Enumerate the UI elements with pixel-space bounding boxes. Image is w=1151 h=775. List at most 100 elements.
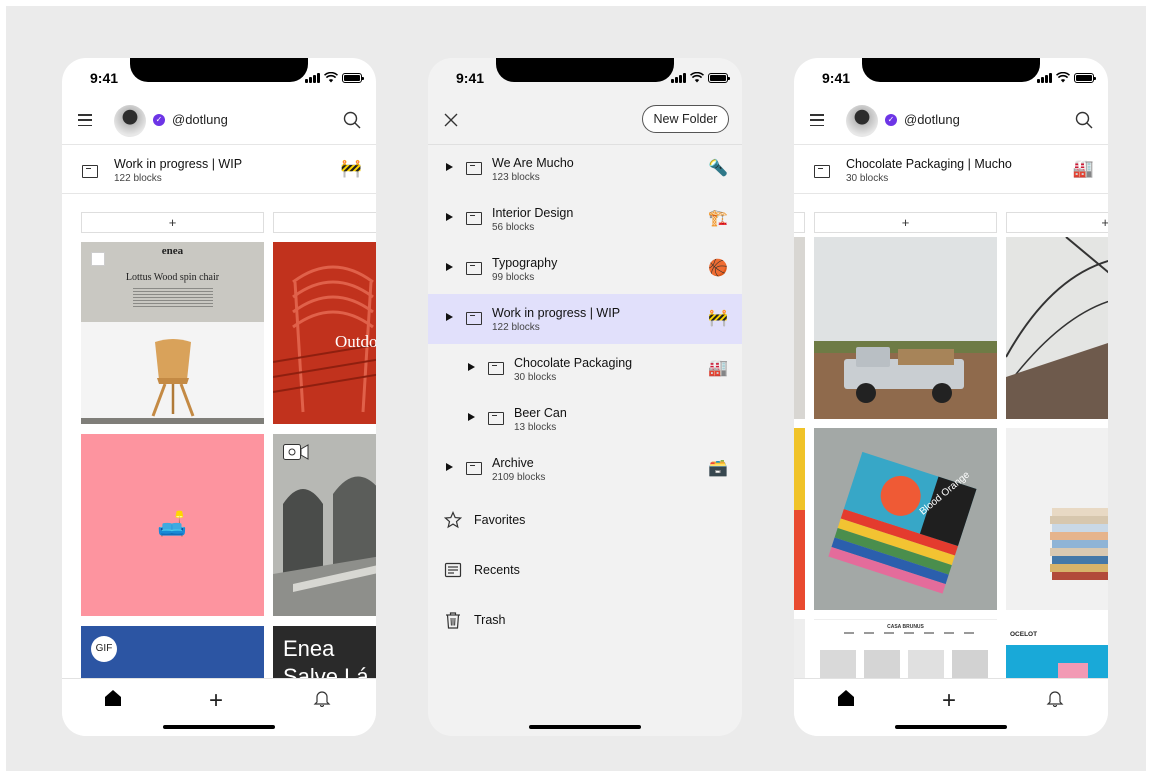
block-enea-website[interactable]: enea Lottus Wood spin chair [81, 242, 264, 424]
notch [130, 58, 308, 82]
folder-count: 99 blocks [492, 272, 535, 283]
folder-row-beer-can[interactable]: Beer Can 13 blocks [428, 394, 742, 444]
sofa-emoji: 🛋️ [157, 511, 187, 538]
block-sliver-3[interactable] [794, 619, 805, 679]
home-icon[interactable] [837, 689, 855, 707]
block-arches-video[interactable] [273, 434, 376, 616]
casa-product-3 [908, 650, 944, 679]
truck-image [814, 237, 997, 419]
expand-arrow-icon[interactable] [446, 213, 453, 221]
signal-icon [671, 72, 686, 83]
channel-emoji: 🚧 [340, 159, 362, 178]
block-stacked-books[interactable] [1006, 428, 1108, 610]
verified-icon: ✓ [153, 114, 165, 126]
hamburger-icon[interactable] [810, 114, 824, 126]
add-block-button-prev[interactable] [794, 212, 805, 233]
casa-product-2 [864, 650, 900, 679]
folder-icon [466, 162, 482, 175]
books-image [814, 428, 997, 610]
expand-arrow-icon[interactable] [446, 463, 453, 471]
trash-icon [446, 612, 460, 629]
block-sliver-1[interactable] [794, 237, 805, 419]
wifi-icon [1056, 72, 1070, 83]
profile-header: ✓ @dotlung [794, 102, 1108, 142]
profile-handle[interactable]: @dotlung [172, 112, 228, 127]
add-block-button[interactable]: + [814, 212, 997, 233]
enea-footer-bar [81, 418, 264, 424]
outdoor-text: Outdo [335, 332, 376, 351]
search-icon[interactable] [342, 110, 362, 130]
menu-item-trash[interactable]: Trash [428, 600, 742, 640]
wifi-icon [324, 72, 338, 83]
bottom-nav: + [794, 678, 1108, 736]
bell-icon[interactable] [313, 689, 331, 707]
expand-arrow-icon[interactable] [446, 313, 453, 321]
folder-title: Interior Design [492, 206, 574, 220]
folder-title: Beer Can [514, 406, 567, 420]
search-icon[interactable] [1074, 110, 1094, 130]
block-casa-website[interactable]: CASA BRUNUS [814, 619, 997, 679]
folder-emoji: 🔦 [708, 160, 728, 177]
folder-icon [466, 212, 482, 225]
folder-row-work-in-progress[interactable]: Work in progress | WIP 122 blocks 🚧 [428, 294, 742, 344]
canvas-background: 9:41 ✓ @dotlung Work in progress | WIP 1… [6, 6, 1146, 771]
close-icon[interactable] [444, 113, 458, 127]
folder-emoji: 🚧 [708, 310, 728, 327]
notch [496, 58, 674, 82]
folder-row-we-are-mucho[interactable]: We Are Mucho 123 blocks 🔦 [428, 144, 742, 194]
block-enea-dark[interactable]: Enea Salve Lá [273, 626, 376, 686]
status-time: 9:41 [456, 70, 485, 86]
profile-handle[interactable]: @dotlung [904, 112, 960, 127]
home-indicator [529, 725, 641, 729]
block-outdoor-chair[interactable]: Outdo [273, 242, 376, 424]
dark-text-1: Enea [283, 636, 335, 661]
avatar[interactable] [114, 105, 146, 137]
block-gif-blue[interactable]: GIF [81, 626, 264, 686]
menu-item-favorites[interactable]: Favorites [428, 500, 742, 540]
plus-icon[interactable]: + [942, 687, 956, 715]
channel-block-count: 30 blocks [846, 173, 889, 184]
phone-channel-chocolate: 9:41 ✓ @dotlung Chocolate Packaging | Mu… [794, 58, 1108, 736]
expand-arrow-icon[interactable] [468, 413, 475, 421]
folder-emoji: 🏀 [708, 260, 728, 277]
favorites-label: Favorites [474, 513, 526, 527]
avatar[interactable] [846, 105, 878, 137]
new-folder-button[interactable]: New Folder [642, 105, 729, 133]
expand-arrow-icon[interactable] [446, 163, 453, 171]
block-pink-sofa[interactable]: 🛋️ [81, 434, 264, 616]
folder-count: 123 blocks [492, 172, 540, 183]
profile-header: ✓ @dotlung [62, 102, 376, 142]
arches-image [273, 434, 376, 616]
block-sliver-2[interactable] [794, 428, 805, 610]
channel-header[interactable]: Work in progress | WIP 122 blocks 🚧 [62, 144, 376, 194]
status-time: 9:41 [90, 70, 119, 86]
folder-emoji: 🏭 [708, 360, 728, 377]
expand-arrow-icon[interactable] [446, 263, 453, 271]
channel-header[interactable]: Chocolate Packaging | Mucho 30 blocks 🏭 [794, 144, 1108, 194]
block-greenhouse-photo[interactable] [1006, 237, 1108, 419]
channel-title: Work in progress | WIP [114, 157, 243, 171]
folder-row-interior-design[interactable]: Interior Design 56 blocks 🏗️ [428, 194, 742, 244]
folder-icon [466, 262, 482, 275]
enea-body-text [133, 288, 213, 308]
hamburger-icon[interactable] [78, 114, 92, 126]
enea-logo: enea [161, 245, 184, 257]
folder-title: Chocolate Packaging [514, 356, 633, 370]
plus-icon[interactable]: + [209, 687, 223, 715]
add-block-button-2[interactable]: + [273, 212, 376, 233]
channel-block-count: 122 blocks [114, 173, 162, 184]
bell-icon[interactable] [1046, 689, 1064, 707]
folder-row-archive[interactable]: Archive 2109 blocks 🗃️ [428, 444, 742, 494]
folder-row-typography[interactable]: Typography 99 blocks 🏀 [428, 244, 742, 294]
expand-arrow-icon[interactable] [468, 363, 475, 371]
add-block-button[interactable]: + [81, 212, 264, 233]
home-icon[interactable] [104, 689, 122, 707]
greenhouse-image [1006, 237, 1108, 419]
block-blood-orange-books[interactable]: Blood Orange [814, 428, 997, 610]
menu-item-recents[interactable]: Recents [428, 550, 742, 590]
add-block-button-2[interactable]: + [1006, 212, 1108, 233]
folder-row-chocolate-packaging[interactable]: Chocolate Packaging 30 blocks 🏭 [428, 344, 742, 394]
block-truck-photo[interactable] [814, 237, 997, 419]
battery-icon [708, 73, 730, 83]
block-ocelot[interactable]: OCELOT [1006, 619, 1108, 679]
